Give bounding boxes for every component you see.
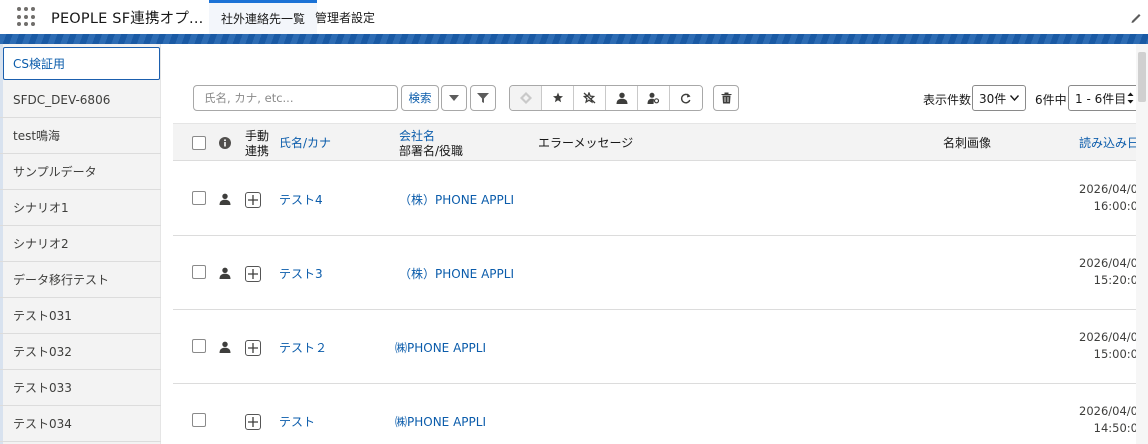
manual-sync-add-button[interactable]	[245, 414, 261, 430]
display-count-label: 表示件数	[923, 93, 972, 107]
plus-icon	[248, 269, 258, 279]
person-icon	[219, 341, 231, 353]
app-name: PEOPLE SF連携オプ...	[51, 10, 204, 27]
table-row[interactable]: テスト3 （株）PHONE APPLI 2026/04/07 15:20:01	[173, 236, 1148, 310]
row-company: （株）PHONE APPLI	[399, 193, 514, 207]
person-star-icon	[552, 92, 563, 103]
link-diamond-icon	[519, 92, 532, 104]
filter-icon	[477, 93, 489, 103]
search-input[interactable]	[193, 85, 398, 111]
sidebar-item[interactable]: テスト033	[0, 370, 161, 406]
sidebar-item[interactable]: シナリオ2	[0, 226, 161, 262]
manual-sync-add-button[interactable]	[245, 266, 261, 282]
global-header: PEOPLE SF連携オプ...	[0, 0, 1148, 34]
contact-button[interactable]	[606, 86, 638, 110]
row-checkbox[interactable]	[192, 339, 206, 353]
info-icon[interactable]	[219, 137, 231, 149]
column-header-company[interactable]: 会社名	[399, 129, 435, 143]
tab-external-contacts[interactable]: 社外連絡先一覧	[209, 0, 318, 34]
app-launcher-icon[interactable]	[17, 7, 37, 27]
sidebar-item[interactable]: データ移行テスト	[0, 262, 161, 298]
sidebar-item[interactable]: SFDC_DEV-6806	[0, 82, 161, 118]
favorite-remove-button[interactable]	[574, 86, 606, 110]
refresh-button[interactable]	[670, 86, 702, 110]
manual-sync-add-button[interactable]	[245, 340, 261, 356]
row-company: ㈱PHONE APPLI	[395, 341, 486, 355]
sidebar-item-cs[interactable]: CS検証用	[3, 47, 160, 80]
row-company: （株）PHONE APPLI	[399, 267, 514, 281]
plus-icon	[248, 417, 258, 427]
column-header-manual-sync: 連携	[245, 144, 270, 158]
column-header-card-image: 名刺画像	[943, 136, 992, 150]
tab-admin-settings[interactable]: 管理者設定	[303, 0, 387, 34]
action-button-group	[509, 85, 703, 111]
table-row[interactable]: テスト２ ㈱PHONE APPLI 2026/04/07 15:00:04	[173, 310, 1148, 384]
sidebar-item[interactable]: テスト034	[0, 406, 161, 442]
display-count-select[interactable]: 30件	[972, 85, 1026, 111]
search-options-button[interactable]	[441, 85, 467, 111]
folder-sidebar: CS検証用 SFDC_DEV-6806 test鳴海 サンプルデータ シナリオ1…	[0, 44, 161, 444]
table-header: 手動 連携 氏名/カナ 会社名 部署名/役職 エラーメッセージ 名刺画像 読み込…	[173, 123, 1148, 161]
edit-nav-pencil-icon[interactable]	[1130, 10, 1142, 24]
row-checkbox[interactable]	[192, 265, 206, 279]
sidebar-item[interactable]: サンプルデータ	[0, 154, 161, 190]
plus-icon	[248, 343, 258, 353]
row-company: ㈱PHONE APPLI	[395, 415, 486, 429]
plus-icon	[248, 195, 258, 205]
row-name-link[interactable]: テスト3	[279, 265, 323, 282]
person-icon	[219, 193, 231, 205]
select-all-checkbox[interactable]	[192, 136, 206, 150]
total-count-label: 6件中	[1035, 93, 1067, 107]
chevron-down-icon	[449, 94, 459, 101]
scrollbar-thumb[interactable]	[1138, 52, 1146, 102]
sidebar-item[interactable]: test鳴海	[0, 118, 161, 154]
sidebar-item[interactable]: テスト032	[0, 334, 161, 370]
brand-band	[0, 34, 1148, 44]
person-icon	[616, 92, 627, 104]
chevron-down-icon	[1010, 95, 1019, 101]
column-header-dept: 部署名/役職	[399, 144, 464, 158]
page-range-select[interactable]: 1 - 6件目	[1068, 85, 1140, 111]
column-header-manual: 手動	[245, 129, 270, 143]
table-row[interactable]: テスト ㈱PHONE APPLI 2026/04/07 14:50:01	[173, 384, 1148, 444]
person-search-icon	[647, 92, 660, 104]
up-down-chevron-icon	[1127, 92, 1134, 104]
column-header-name[interactable]: 氏名/カナ	[279, 136, 331, 150]
table-row[interactable]: テスト4 （株）PHONE APPLI 2026/04/07 16:00:05	[173, 162, 1148, 236]
delete-button[interactable]	[713, 85, 739, 111]
search-button[interactable]: 検索	[401, 85, 439, 111]
scrollbar-track[interactable]	[1136, 44, 1148, 444]
person-icon	[219, 267, 231, 279]
column-header-error: エラーメッセージ	[538, 136, 634, 150]
sidebar-item[interactable]: シナリオ1	[0, 190, 161, 226]
favorite-add-button[interactable]	[542, 86, 574, 110]
contact-search-button[interactable]	[638, 86, 670, 110]
redo-arrow-icon	[680, 93, 691, 104]
row-name-link[interactable]: テスト	[279, 413, 315, 430]
link-action-button[interactable]	[510, 86, 542, 110]
filter-button[interactable]	[470, 85, 496, 111]
row-name-link[interactable]: テスト２	[279, 339, 327, 356]
person-unstar-icon	[583, 92, 596, 104]
manual-sync-add-button[interactable]	[245, 192, 261, 208]
trash-icon	[721, 92, 731, 104]
sidebar-item[interactable]: テスト031	[0, 298, 161, 334]
row-checkbox[interactable]	[192, 413, 206, 427]
row-checkbox[interactable]	[192, 191, 206, 205]
row-name-link[interactable]: テスト4	[279, 191, 323, 208]
